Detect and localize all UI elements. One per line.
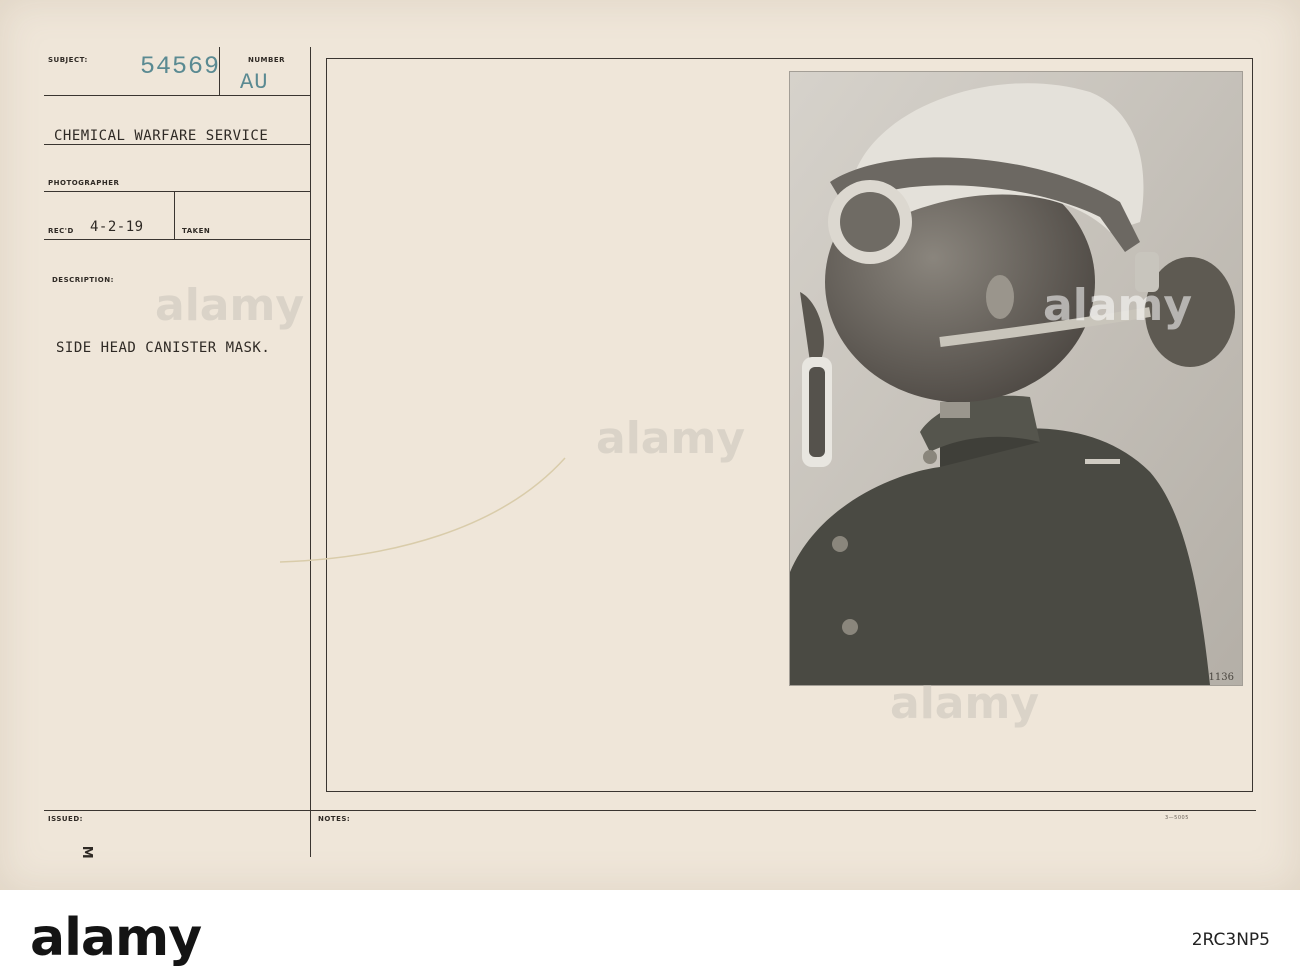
subject-number: 54569 bbox=[140, 52, 221, 81]
number-value: AU bbox=[240, 70, 269, 95]
rule-1 bbox=[44, 95, 310, 96]
issued-label: ISSUED: bbox=[48, 815, 83, 823]
side-mark: M bbox=[79, 845, 95, 860]
footer-image-id: 2RC3NP5 bbox=[1191, 930, 1270, 950]
photographer-label: PHOTOGRAPHER bbox=[48, 179, 120, 187]
frame-left bbox=[326, 58, 327, 792]
gas-mask-portrait bbox=[790, 72, 1242, 685]
rule-3 bbox=[44, 191, 310, 192]
frame-right bbox=[1252, 58, 1253, 792]
footer-bar: alamy 2RC3NP5 bbox=[0, 890, 1300, 979]
watermark: alamy bbox=[1043, 280, 1192, 331]
pencil-stroke bbox=[279, 457, 566, 563]
rule-2 bbox=[44, 144, 310, 145]
subject-divider bbox=[219, 47, 220, 95]
frame-bottom bbox=[326, 791, 1253, 792]
frame-top bbox=[326, 58, 1253, 59]
watermark: alamy bbox=[596, 413, 745, 464]
form-code: 3—5005 bbox=[1165, 815, 1189, 821]
recd-divider bbox=[174, 191, 175, 239]
watermark: alamy bbox=[890, 678, 1039, 729]
rule-4 bbox=[44, 239, 310, 240]
watermark: alamy bbox=[155, 280, 304, 331]
notes-label: NOTES: bbox=[318, 815, 351, 823]
record-card: SUBJECT: 54569 NUMBER AU CHEMICAL WARFAR… bbox=[0, 0, 1300, 890]
footer-logo: alamy bbox=[30, 908, 202, 968]
taken-label: TAKEN bbox=[182, 227, 211, 235]
photo-corner-number: 1136 bbox=[1208, 672, 1234, 683]
description-text: SIDE HEAD CANISTER MASK. bbox=[56, 340, 271, 356]
subject-label: SUBJECT: bbox=[48, 56, 88, 64]
recd-date: 4-2-19 bbox=[90, 219, 144, 235]
service-name: CHEMICAL WARFARE SERVICE bbox=[54, 128, 269, 144]
rule-bottom bbox=[44, 810, 1256, 811]
description-label: DESCRIPTION: bbox=[52, 276, 114, 284]
recd-label: REC'D bbox=[48, 227, 74, 235]
number-label: NUMBER bbox=[248, 56, 286, 64]
photograph: 1136 bbox=[789, 71, 1243, 686]
